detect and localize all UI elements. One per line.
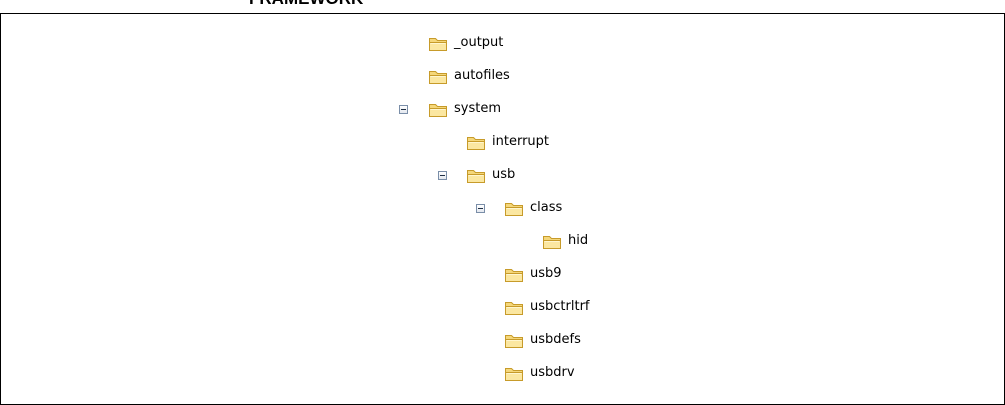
folder-icon bbox=[504, 365, 524, 382]
tree-node-label: usbctrltrf bbox=[530, 299, 590, 314]
folder-icon bbox=[428, 101, 448, 118]
collapse-toggle-usb[interactable] bbox=[438, 171, 447, 180]
folder-icon bbox=[504, 200, 524, 217]
folder-icon bbox=[504, 332, 524, 349]
tree-node-usb[interactable]: usb bbox=[466, 164, 515, 186]
tree-node-label: autofiles bbox=[454, 68, 510, 83]
tree-node-label: hid bbox=[568, 233, 589, 248]
folder-icon bbox=[542, 233, 562, 250]
tree-node-autofiles[interactable]: autofiles bbox=[428, 65, 510, 87]
tree-node-system[interactable]: system bbox=[428, 98, 501, 120]
tree-node-label: class bbox=[530, 200, 563, 215]
collapse-toggle-system[interactable] bbox=[399, 105, 408, 114]
tree-node-label: usb9 bbox=[530, 266, 562, 281]
tree-node-label: usb bbox=[492, 167, 516, 182]
tree-node-label: system bbox=[454, 101, 501, 116]
tree-node-label: _output bbox=[454, 35, 504, 50]
tree-node-usbdefs[interactable]: usbdefs bbox=[504, 329, 581, 351]
folder-icon bbox=[428, 68, 448, 85]
folder-icon bbox=[466, 167, 486, 184]
tree-node-hid[interactable]: hid bbox=[542, 230, 588, 252]
folder-icon bbox=[504, 299, 524, 316]
folder-icon bbox=[428, 35, 448, 52]
figure-frame: _output autofiles system interrupt usb c… bbox=[0, 13, 1005, 405]
tree-node-label: usbdefs bbox=[530, 332, 581, 347]
tree-node-interrupt[interactable]: interrupt bbox=[466, 131, 549, 153]
tree-node-label: interrupt bbox=[492, 134, 549, 149]
tree-node-class[interactable]: class bbox=[504, 197, 562, 219]
folder-icon bbox=[504, 266, 524, 283]
tree-node-usbdrv[interactable]: usbdrv bbox=[504, 362, 575, 384]
collapse-toggle-class[interactable] bbox=[476, 204, 485, 213]
tree-node-usbctrltrf[interactable]: usbctrltrf bbox=[504, 296, 589, 318]
document-heading: FRAMEWORK bbox=[249, 0, 363, 9]
tree-node-label: usbdrv bbox=[530, 365, 575, 380]
folder-icon bbox=[466, 134, 486, 151]
tree-node-usb9[interactable]: usb9 bbox=[504, 263, 562, 285]
tree-node-output[interactable]: _output bbox=[428, 32, 503, 54]
